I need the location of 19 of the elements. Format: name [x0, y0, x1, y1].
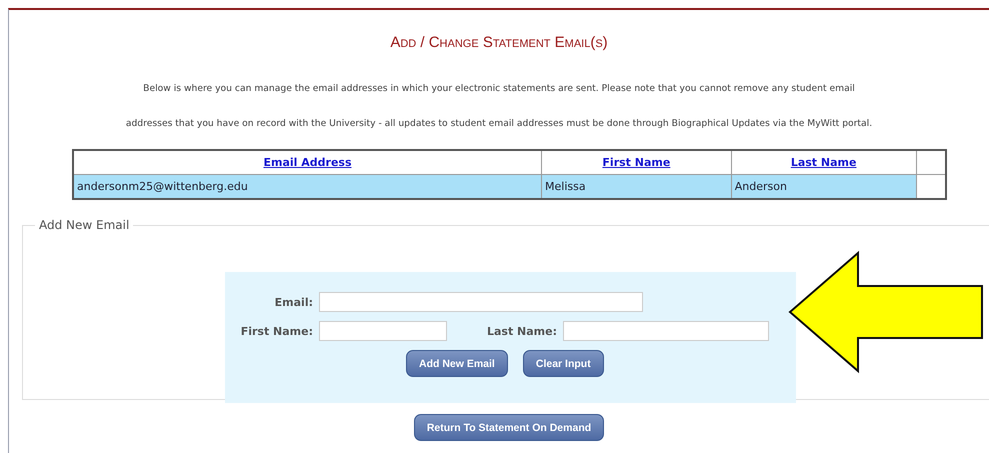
table-cell: Anderson	[731, 174, 916, 199]
column-header[interactable]: First Name	[542, 150, 732, 174]
first-name-field[interactable]	[319, 321, 447, 341]
column-header[interactable]: Last Name	[731, 150, 916, 174]
column-header[interactable]: Email Address	[73, 150, 542, 174]
table-cell: Melissa	[542, 174, 732, 199]
section-legend: Add New Email	[35, 218, 134, 232]
last-name-field[interactable]	[563, 321, 769, 341]
email-field[interactable]	[319, 292, 643, 312]
arrow-icon	[788, 250, 983, 374]
field-label: Last Name:	[486, 324, 557, 338]
intro-paragraph: Below is where you can manage the email addresses in which your electronic statements are sent. Please note that you cannot remove any student email addresses that you have on record with the University - all updates to student email addresses must be done through Biographical Updates via the MyWitt portal.	[126, 82, 872, 131]
clear-input-button[interactable]: Clear Input	[522, 350, 604, 377]
table-cell: andersonm25@wittenberg.edu	[73, 174, 542, 199]
field-label: Email:	[274, 296, 313, 308]
return-button[interactable]: Return To Statement On Demand	[414, 414, 604, 441]
add-email-button[interactable]: Add New Email	[406, 350, 508, 377]
field-label: First Name:	[240, 324, 313, 338]
page-title: Add / Change Statement Email(s)	[390, 34, 608, 51]
